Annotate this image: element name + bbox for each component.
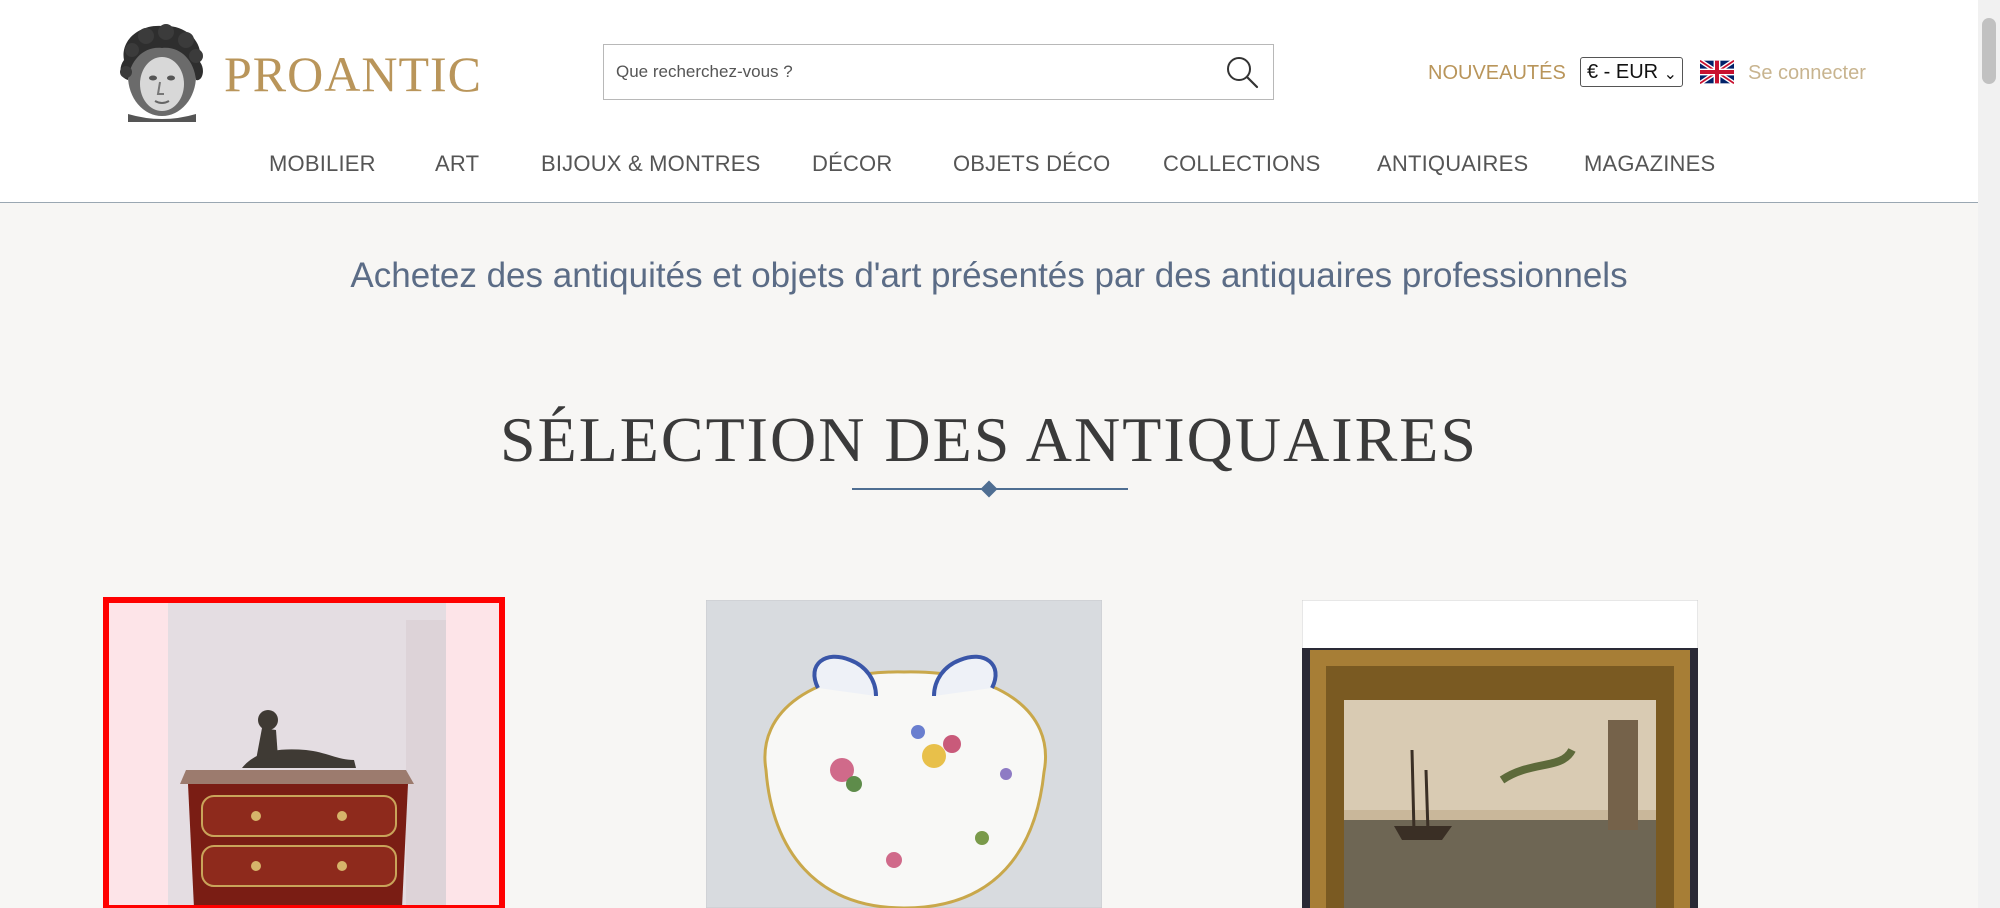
menu-item-art[interactable]: ART: [435, 150, 479, 178]
product-image-marine-painting: [1302, 600, 1698, 908]
currency-value: € - EUR: [1587, 61, 1659, 83]
product-image-porcelain-dish: [706, 600, 1102, 908]
site-header: PROANTIC NOUVEAUTÉS € - EUR ⌄ Se connect…: [0, 0, 1978, 203]
page-tagline: Achetez des antiquités et objets d'art p…: [350, 256, 1628, 295]
title-divider-ornament: [980, 480, 998, 498]
currency-select[interactable]: € - EUR ⌄: [1580, 57, 1683, 87]
product-card-porcelain-dish[interactable]: [706, 600, 1102, 908]
brand-logo-text[interactable]: PROANTIC: [224, 44, 482, 104]
search-icon[interactable]: [1225, 55, 1259, 89]
scrollbar-thumb[interactable]: [1982, 18, 1996, 84]
menu-item-collections[interactable]: COLLECTIONS: [1163, 150, 1320, 178]
menu-item-mobilier[interactable]: MOBILIER: [269, 150, 376, 178]
search-bar: [603, 44, 1274, 100]
product-card-marine-painting[interactable]: [1302, 600, 1698, 908]
menu-item-magazines[interactable]: MAGAZINES: [1584, 150, 1715, 178]
product-card-commode[interactable]: [103, 597, 505, 908]
logo-head-icon[interactable]: [110, 20, 210, 122]
search-input[interactable]: [604, 45, 1206, 99]
menu-item-bijoux-montres[interactable]: BIJOUX & MONTRES: [541, 150, 761, 178]
new-arrivals-link[interactable]: NOUVEAUTÉS: [1428, 60, 1566, 86]
page-scrollbar[interactable]: [1978, 0, 2000, 908]
menu-item-objets-deco[interactable]: OBJETS DÉCO: [953, 150, 1110, 178]
uk-flag-icon[interactable]: [1700, 60, 1734, 84]
chevron-down-icon: ⌄: [1663, 66, 1677, 83]
login-link[interactable]: Se connecter: [1748, 60, 1866, 86]
menu-item-antiquaires[interactable]: ANTIQUAIRES: [1377, 150, 1528, 178]
product-image-commode: [106, 600, 502, 908]
menu-item-decor[interactable]: DÉCOR: [812, 150, 892, 178]
section-title: SÉLECTION DES ANTIQUAIRES: [500, 404, 1478, 475]
